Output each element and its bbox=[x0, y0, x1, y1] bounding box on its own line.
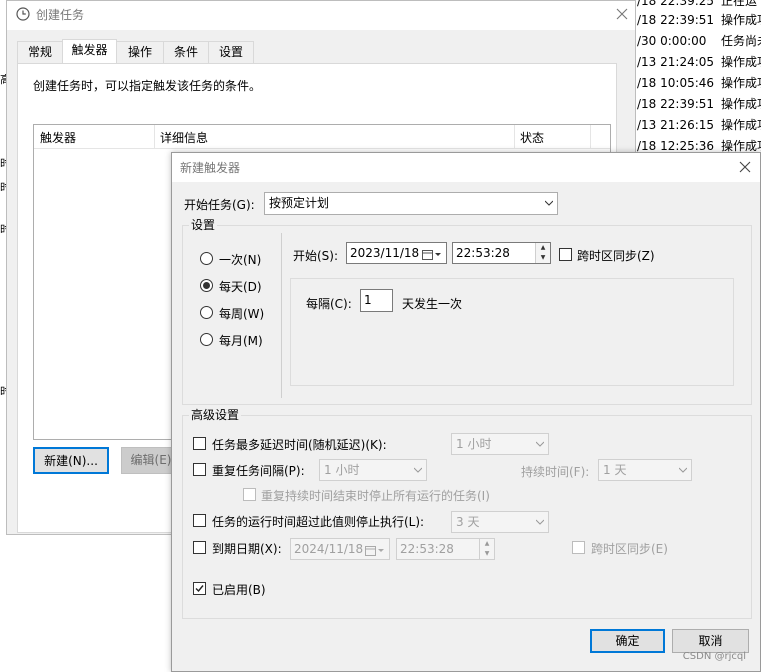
expire-sync-label[interactable]: 跨时区同步(E) bbox=[591, 540, 668, 557]
expire-label[interactable]: 到期日期(X): bbox=[212, 540, 282, 557]
radio-monthly-label[interactable]: 每月(M) bbox=[219, 332, 263, 349]
advanced-settings-label: 高级设置 bbox=[189, 406, 242, 423]
tab-conditions[interactable]: 条件 bbox=[163, 41, 209, 63]
triggers-description: 创建任务时，可以指定触发该任务的条件。 bbox=[33, 79, 262, 93]
dialog-title: 新建触发器 bbox=[180, 161, 241, 175]
column-divider bbox=[590, 125, 591, 149]
stop-all-label[interactable]: 重复持续时间结束时停止所有运行的任务(I) bbox=[261, 487, 490, 504]
chevron-down-icon bbox=[679, 467, 687, 473]
tab-triggers[interactable]: 触发器 bbox=[62, 39, 117, 64]
ok-button[interactable]: 确定 bbox=[590, 629, 665, 653]
new-trigger-button[interactable]: 新建(N)... bbox=[33, 447, 109, 474]
time-spinner[interactable]: ▲ ▼ bbox=[535, 243, 550, 263]
sync-timezone-checkbox[interactable] bbox=[559, 248, 572, 261]
list-header: 触发器 详细信息 状态 bbox=[34, 125, 610, 149]
history-row: /13 21:26:15操作成功 bbox=[637, 118, 761, 132]
radio-daily[interactable] bbox=[200, 279, 213, 292]
stop-if-checkbox[interactable] bbox=[193, 514, 206, 527]
radio-daily-label[interactable]: 每天(D) bbox=[219, 278, 262, 295]
new-trigger-dialog: 新建触发器 开始任务(G): 按预定计划 设置 一次(N) 每天(D) 每周(W… bbox=[171, 152, 761, 672]
history-row: /30 0:00:00任务尚未 bbox=[637, 34, 761, 48]
tab-settings[interactable]: 设置 bbox=[208, 41, 254, 63]
recur-suffix: 天发生一次 bbox=[402, 297, 463, 311]
stop-if-label[interactable]: 任务的运行时间超过此值则停止执行(L): bbox=[212, 513, 424, 530]
repeat-checkbox[interactable] bbox=[193, 463, 206, 476]
column-divider bbox=[154, 125, 155, 149]
chevron-down-icon bbox=[536, 519, 544, 525]
start-time-field[interactable]: 22:53:28 ▲ ▼ bbox=[452, 242, 551, 264]
start-date-picker[interactable]: 2023/11/18 bbox=[346, 242, 447, 264]
stop-if-select[interactable]: 3 天 bbox=[451, 511, 549, 533]
history-row: /18 22:39:51操作成功 bbox=[637, 13, 761, 27]
close-icon[interactable] bbox=[615, 7, 629, 21]
column-status[interactable]: 状态 bbox=[520, 129, 544, 146]
repeat-interval-select[interactable]: 1 小时 bbox=[319, 459, 427, 481]
expire-date-picker[interactable]: 2024/11/18 bbox=[290, 538, 390, 560]
expire-time-field[interactable]: 22:53:28 ▲ ▼ bbox=[396, 538, 495, 560]
tab-general[interactable]: 常规 bbox=[17, 41, 63, 63]
radio-weekly-label[interactable]: 每周(W) bbox=[219, 305, 264, 322]
watermark: CSDN @rjcql bbox=[682, 651, 746, 662]
history-row: /13 21:24:05操作成功 bbox=[637, 55, 761, 69]
radio-once[interactable] bbox=[200, 252, 213, 265]
radio-monthly[interactable] bbox=[200, 333, 213, 346]
stop-all-checkbox[interactable] bbox=[243, 488, 256, 501]
begin-task-select[interactable]: 按预定计划 bbox=[264, 192, 558, 215]
enabled-label[interactable]: 已启用(B) bbox=[212, 581, 266, 598]
title-bar: 创建任务 bbox=[7, 1, 635, 30]
recur-label: 每隔(C): bbox=[306, 297, 352, 311]
close-icon[interactable] bbox=[738, 160, 752, 174]
recur-days-input[interactable]: 1 bbox=[360, 289, 393, 312]
checkmark-icon bbox=[195, 585, 204, 593]
history-row: /18 10:05:46操作成功 bbox=[637, 76, 761, 90]
column-details[interactable]: 详细信息 bbox=[160, 129, 208, 146]
expire-checkbox[interactable] bbox=[193, 541, 206, 554]
history-row: /18 22:39:51操作成功 bbox=[637, 97, 761, 111]
delay-checkbox[interactable] bbox=[193, 437, 206, 450]
calendar-icon[interactable] bbox=[422, 247, 442, 260]
duration-label: 持续时间(F): bbox=[521, 465, 590, 479]
divider bbox=[281, 233, 282, 398]
begin-task-label: 开始任务(G): bbox=[184, 198, 255, 212]
tab-actions[interactable]: 操作 bbox=[116, 41, 164, 63]
delay-label[interactable]: 任务最多延迟时间(随机延迟)(K): bbox=[212, 436, 387, 453]
expire-sync-checkbox[interactable] bbox=[572, 541, 585, 554]
clock-icon bbox=[16, 7, 30, 21]
chevron-down-icon bbox=[545, 200, 553, 206]
delay-select[interactable]: 1 小时 bbox=[451, 433, 549, 455]
recurrence-panel: 每隔(C): 1 天发生一次 bbox=[290, 278, 734, 386]
dialog-title-bar: 新建触发器 bbox=[172, 153, 760, 182]
enabled-checkbox[interactable] bbox=[193, 582, 206, 595]
cancel-button[interactable]: 取消 bbox=[672, 629, 749, 653]
duration-select[interactable]: 1 天 bbox=[598, 459, 692, 481]
sync-timezone-label[interactable]: 跨时区同步(Z) bbox=[577, 247, 655, 264]
repeat-label[interactable]: 重复任务间隔(P): bbox=[212, 462, 305, 479]
column-divider bbox=[514, 125, 515, 149]
chevron-down-icon bbox=[414, 467, 422, 473]
window-title: 创建任务 bbox=[36, 8, 85, 22]
column-trigger[interactable]: 触发器 bbox=[40, 129, 76, 146]
time-spinner[interactable]: ▲ ▼ bbox=[479, 539, 494, 559]
start-label: 开始(S): bbox=[293, 249, 339, 263]
calendar-icon[interactable] bbox=[365, 543, 385, 556]
radio-weekly[interactable] bbox=[200, 306, 213, 319]
chevron-down-icon bbox=[536, 441, 544, 447]
radio-once-label[interactable]: 一次(N) bbox=[219, 251, 261, 268]
settings-group-label: 设置 bbox=[189, 216, 218, 233]
